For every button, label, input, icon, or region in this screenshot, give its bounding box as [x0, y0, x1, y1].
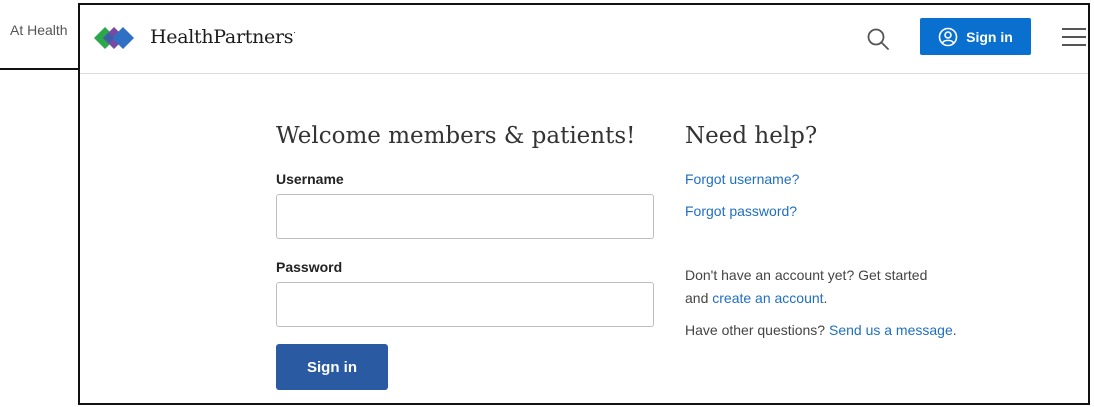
brand-mark: · — [293, 28, 296, 38]
logo-icon[interactable] — [92, 16, 136, 60]
create-account-prefix: and — [685, 290, 713, 306]
create-account-line: and create an account. — [685, 290, 827, 306]
header-signin-button[interactable]: Sign in — [920, 18, 1031, 55]
send-message-link[interactable]: Send us a message — [829, 322, 953, 338]
create-account-suffix: . — [823, 290, 828, 306]
other-questions-suffix: . — [952, 322, 957, 338]
username-input[interactable] — [276, 194, 654, 239]
forgot-password-link[interactable]: Forgot password? — [685, 203, 797, 219]
other-questions-prefix: Have other questions? — [685, 322, 829, 338]
create-account-link[interactable]: create an account — [712, 290, 823, 306]
username-label: Username — [276, 171, 344, 187]
password-label: Password — [276, 259, 343, 275]
signin-submit-button[interactable]: Sign in — [276, 344, 388, 390]
help-title: Need help? — [685, 123, 818, 149]
search-icon[interactable] — [866, 27, 890, 51]
no-account-text: Don't have an account yet? Get started — [685, 267, 928, 283]
password-input[interactable] — [276, 282, 654, 327]
brand-name[interactable]: HealthPartners· — [150, 26, 296, 48]
header-signin-label: Sign in — [966, 28, 1013, 45]
menu-icon[interactable] — [1062, 28, 1086, 48]
brand-text: HealthPartners — [150, 26, 294, 48]
login-title: Welcome members & patients! — [276, 123, 636, 149]
user-circle-icon — [938, 27, 958, 46]
background-text: At Health — [10, 22, 68, 38]
other-questions-line: Have other questions? Send us a message. — [685, 322, 957, 338]
login-popup: HealthPartners· Sign in Welcome members … — [78, 3, 1090, 405]
background-divider — [0, 68, 80, 70]
forgot-username-link[interactable]: Forgot username? — [685, 171, 799, 187]
header: HealthPartners· Sign in — [80, 5, 1088, 74]
